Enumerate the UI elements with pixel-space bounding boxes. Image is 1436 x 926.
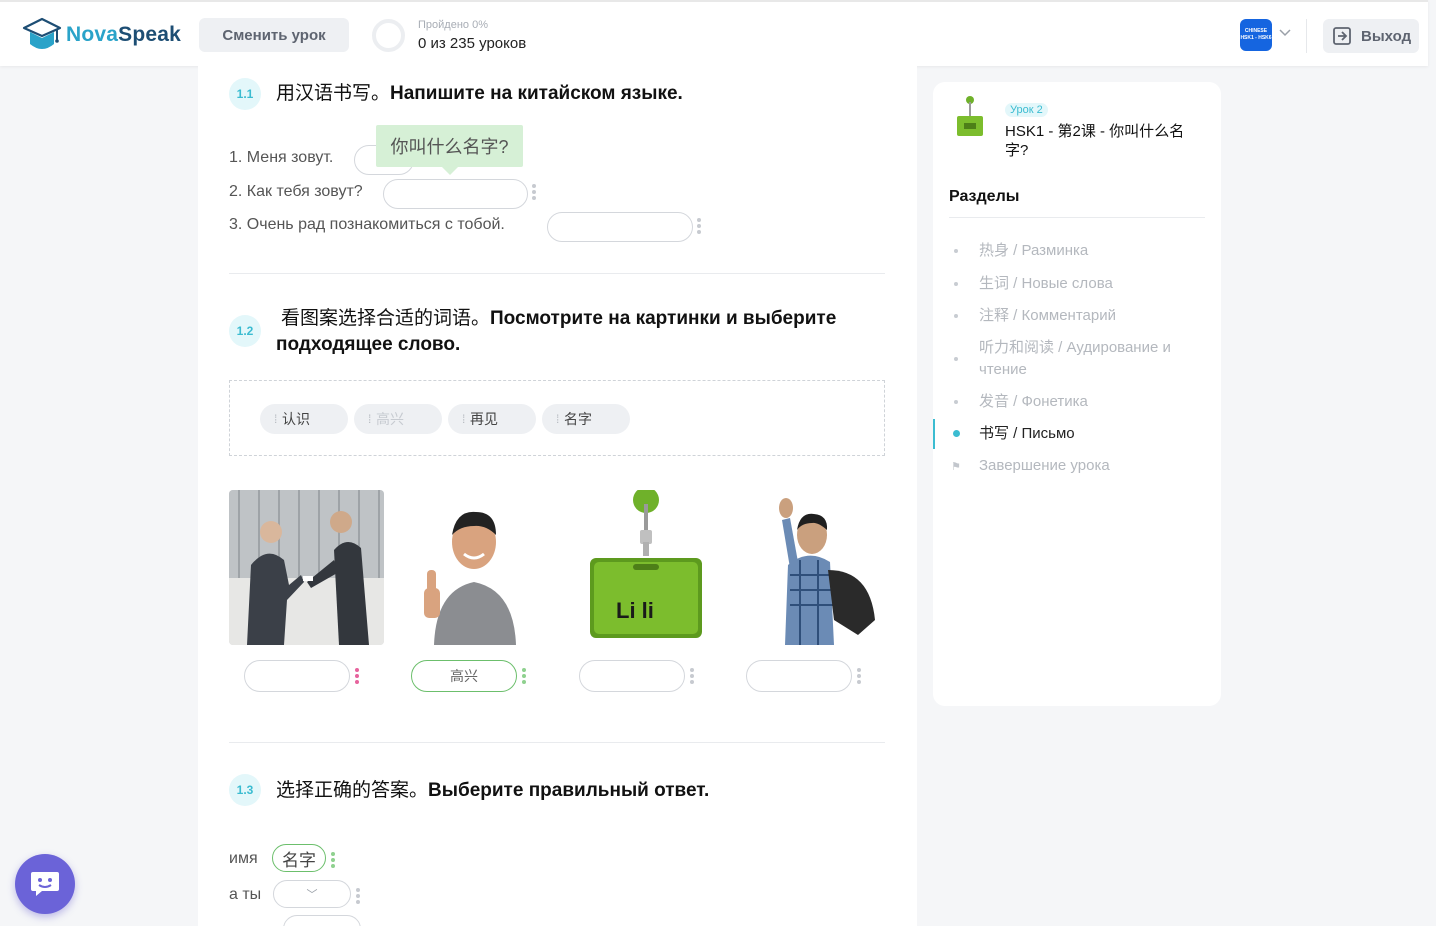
section-number-badge: 1.2 bbox=[229, 315, 261, 347]
nav-bullet bbox=[954, 357, 958, 361]
sidebar-divider bbox=[949, 217, 1205, 218]
section-title: 选择正确的答案。Выберите правильный ответ. bbox=[276, 778, 876, 804]
section-divider bbox=[229, 273, 885, 274]
logo-speak: Speak bbox=[118, 23, 182, 46]
sidebar-item-phonetics[interactable]: 发音 / Фонетика bbox=[979, 391, 1199, 413]
active-indicator bbox=[933, 419, 935, 449]
question-3: 3. Очень рад познакомиться с тобой. bbox=[229, 216, 505, 233]
exit-button[interactable]: Выход bbox=[1323, 19, 1419, 53]
picture-answer-slot-4[interactable] bbox=[746, 660, 852, 692]
exit-label: Выход bbox=[1361, 27, 1412, 45]
chat-bot-icon bbox=[31, 872, 59, 896]
sidebar-item-comments[interactable]: 注释 / Комментарий bbox=[979, 305, 1199, 327]
graduation-cap-logo-icon bbox=[22, 17, 62, 49]
lesson-badge-icon bbox=[957, 96, 983, 136]
drag-handle-icon[interactable] bbox=[857, 668, 861, 686]
drag-handle-icon[interactable] bbox=[356, 888, 360, 906]
lesson-sidebar: Урок 2 HSK1 - 第2课 - 你叫什么名字? Разделы 热身 /… bbox=[933, 82, 1221, 706]
drag-handle-icon[interactable] bbox=[697, 218, 701, 236]
title-ru: Выберите правильный ответ. bbox=[428, 780, 710, 801]
chevron-down-icon: ﹀ bbox=[306, 889, 318, 901]
lesson-title: HSK1 - 第2课 - 你叫什么名字? bbox=[1005, 123, 1185, 159]
chevron-down-icon[interactable] bbox=[1279, 27, 1291, 37]
picture-answer-slot-2[interactable]: 高兴 bbox=[411, 660, 517, 692]
picture-answer-slot-1[interactable] bbox=[244, 660, 350, 692]
selected-answer-pill[interactable]: 名字 bbox=[272, 844, 326, 872]
progress-count: 0 из 235 уроков bbox=[418, 35, 527, 52]
section-divider bbox=[229, 742, 885, 743]
section-number-badge: 1.1 bbox=[229, 78, 261, 110]
sections-heading: Разделы bbox=[949, 188, 1020, 205]
logo-nova: Nova bbox=[66, 23, 119, 46]
drag-handle-icon[interactable] bbox=[532, 184, 536, 202]
answer-input-2[interactable] bbox=[383, 179, 528, 209]
badge-line1: CHINESE bbox=[1244, 27, 1268, 34]
nav-bullet bbox=[954, 400, 958, 404]
answer-dropdown[interactable] bbox=[283, 915, 361, 926]
hint-tooltip: 你叫什么名字? bbox=[376, 125, 523, 175]
row-label: а ты bbox=[229, 886, 262, 903]
title-cn: 看图案选择合适的词语。 bbox=[281, 308, 491, 329]
title-ru: Напишите на китайском языке. bbox=[390, 83, 683, 104]
section-title: 用汉语书写。Напишите на китайском языке. bbox=[276, 81, 876, 107]
answer-input-3[interactable] bbox=[547, 212, 693, 242]
sidebar-item-writing[interactable]: 书写 / Письмо bbox=[979, 423, 1199, 445]
nav-bullet bbox=[954, 249, 958, 253]
answer-dropdown[interactable]: ﹀ bbox=[273, 880, 351, 908]
question-2: 2. Как тебя зовут? bbox=[229, 183, 363, 200]
picture-waving-man bbox=[730, 490, 885, 645]
nav-bullet-active bbox=[953, 430, 960, 437]
sidebar-item-listening-reading[interactable]: 听力和阅读 / Аудирование и чтение bbox=[979, 337, 1199, 381]
app-logo[interactable]: NovaSpeak bbox=[22, 16, 181, 54]
drag-handle-icon[interactable] bbox=[355, 668, 359, 686]
word-chip-used[interactable]: 高兴 bbox=[354, 404, 442, 434]
section-number-badge: 1.3 bbox=[229, 774, 261, 806]
top-navbar: NovaSpeak Сменить урок Пройдено 0% 0 из … bbox=[0, 0, 1428, 66]
drag-handle-icon[interactable] bbox=[690, 668, 694, 686]
flag-icon: ⚑ bbox=[951, 461, 961, 473]
word-chip[interactable]: 名字 bbox=[542, 404, 630, 434]
question-1: 1. Меня зовут. bbox=[229, 149, 334, 166]
word-chip[interactable]: 再见 bbox=[448, 404, 536, 434]
picture-name-badge: Li li bbox=[563, 490, 718, 645]
lesson-tag: Урок 2 bbox=[1005, 103, 1048, 117]
badge-line2: HSK1 - HSK6 bbox=[1240, 35, 1272, 41]
chat-assistant-button[interactable] bbox=[15, 854, 75, 914]
nav-bullet bbox=[954, 282, 958, 286]
exit-icon bbox=[1333, 27, 1351, 45]
word-chip[interactable]: 认识 bbox=[260, 404, 348, 434]
progress-percent: Пройдено 0% bbox=[418, 19, 488, 31]
title-cn: 用汉语书写。 bbox=[276, 83, 391, 104]
logo-text: NovaSpeak bbox=[66, 23, 181, 47]
change-lesson-button[interactable]: Сменить урок bbox=[199, 18, 349, 52]
picture-business-greeting bbox=[229, 490, 384, 645]
drag-handle-icon[interactable] bbox=[522, 668, 526, 686]
header-divider bbox=[1306, 19, 1307, 53]
nav-bullet bbox=[954, 314, 958, 318]
row-label: имя bbox=[229, 850, 258, 867]
sidebar-item-warmup[interactable]: 热身 / Разминка bbox=[979, 240, 1199, 262]
progress-ring bbox=[372, 19, 405, 52]
picture-happy-man bbox=[396, 490, 551, 645]
sidebar-item-new-words[interactable]: 生词 / Новые слова bbox=[979, 273, 1199, 295]
section-title: 看图案选择合适的词语。Посмотрите на картинки и выбе… bbox=[276, 306, 876, 358]
picture-answer-slot-3[interactable] bbox=[579, 660, 685, 692]
badge-name-text: Li li bbox=[616, 598, 654, 623]
word-bank: 认识 高兴 再见 名字 bbox=[229, 380, 885, 456]
sidebar-item-finish-lesson[interactable]: Завершение урока bbox=[979, 455, 1199, 477]
title-cn: 选择正确的答案。 bbox=[276, 780, 429, 801]
course-language-badge[interactable]: CHINESE HSK1 - HSK6 bbox=[1240, 19, 1272, 51]
drag-handle-icon[interactable] bbox=[331, 852, 335, 870]
